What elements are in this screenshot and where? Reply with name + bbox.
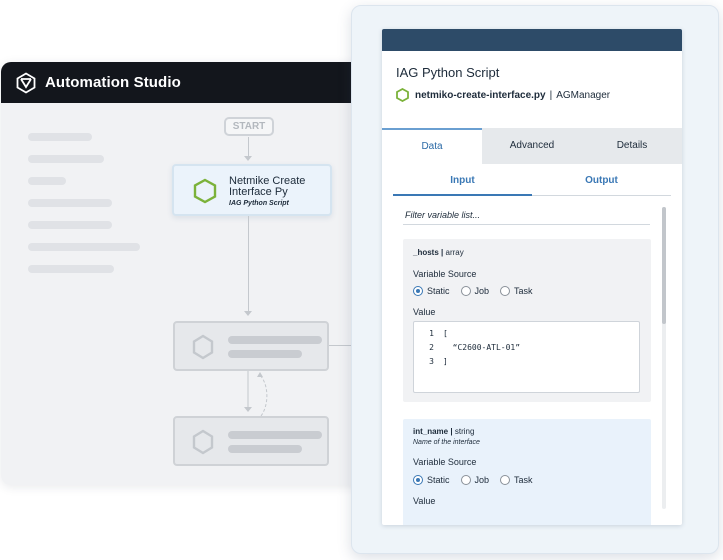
variable-header: _hosts | array (413, 248, 464, 257)
variable-source-options: Static Job Task (413, 286, 544, 296)
manager-name: AGManager (556, 89, 611, 101)
node-placeholder-bar (228, 336, 322, 344)
tab-details[interactable]: Details (582, 128, 682, 164)
panel-top-bar (382, 29, 682, 51)
panel-title: IAG Python Script (396, 65, 500, 80)
variable-type: array (445, 248, 464, 257)
value-label: Value (413, 496, 436, 506)
radio-static[interactable]: Static (413, 475, 450, 485)
radio-job[interactable]: Job (460, 475, 490, 485)
variable-separator: | (450, 427, 453, 436)
radio-dot[interactable] (460, 286, 471, 296)
script-separator: | (549, 89, 553, 101)
value-code-editor[interactable]: 1 [ 2 “C2600-ATL-01” 3 ] (413, 321, 640, 393)
variable-source-label: Variable Source (413, 269, 477, 279)
scrollbar-thumb[interactable] (662, 207, 666, 324)
radio-dot[interactable] (413, 475, 423, 485)
hexagon-icon (192, 334, 214, 360)
subtab-input[interactable]: Input (393, 175, 532, 196)
connector-arrow (244, 156, 252, 161)
studio-title: Automation Studio (45, 74, 181, 91)
variable-separator: | (441, 248, 444, 257)
python-script-hexagon-icon (396, 88, 409, 102)
line-number: 2 (429, 343, 434, 352)
code-text: “C2600-ATL-01” (443, 343, 521, 352)
radio-label: Task (514, 475, 533, 485)
connector-line (248, 137, 249, 157)
radio-task[interactable]: Task (500, 286, 533, 296)
tab-data[interactable]: Data (382, 128, 482, 164)
workflow-node-netmiko[interactable]: Netmike Create Interface Py IAG Python S… (172, 164, 332, 216)
node-placeholder-bar (228, 431, 322, 439)
variable-name: int_name (413, 427, 449, 436)
connector-arrow (244, 311, 252, 316)
task-details-panel: IAG Python Script netmiko-create-interfa… (382, 29, 682, 525)
line-number: 1 (429, 329, 434, 338)
code-line: 1 [ (414, 329, 448, 338)
value-label: Value (413, 307, 436, 317)
script-info: netmiko-create-interface.py | AGManager (396, 88, 610, 102)
radio-label: Static (427, 286, 450, 296)
variable-source-options: Static Job Task (413, 475, 544, 485)
variable-card-int-name: int_name | string Name of the interface … (403, 419, 651, 525)
start-node[interactable]: START (224, 117, 274, 136)
node-title-line2: Interface Py (229, 186, 288, 198)
variable-header: int_name | string (413, 427, 474, 436)
code-text: ] (443, 357, 448, 366)
code-line: 3 ] (414, 357, 448, 366)
node-subtitle: IAG Python Script (229, 200, 289, 207)
variable-card-hosts: _hosts | array Variable Source Static Jo… (403, 239, 651, 402)
variable-description: Name of the interface (413, 439, 480, 446)
subtab-output[interactable]: Output (532, 175, 671, 196)
radio-task[interactable]: Task (500, 475, 533, 485)
tab-advanced[interactable]: Advanced (482, 128, 582, 164)
code-line: 2 “C2600-ATL-01” (414, 343, 520, 352)
panel-tabs: Data Advanced Details (382, 128, 682, 164)
radio-dot[interactable] (500, 475, 511, 485)
code-text: [ (443, 329, 448, 338)
variable-name: _hosts (413, 248, 439, 257)
radio-static[interactable]: Static (413, 286, 450, 296)
radio-label: Job (474, 475, 490, 485)
node-title: Netmike Create Interface Py (229, 176, 305, 198)
radio-dot[interactable] (500, 286, 511, 296)
line-number: 3 (429, 357, 434, 366)
radio-label: Task (514, 286, 533, 296)
radio-label: Job (474, 286, 490, 296)
itential-logo-icon (16, 71, 36, 94)
hexagon-icon (192, 429, 214, 455)
radio-dot[interactable] (460, 475, 471, 485)
radio-label: Static (427, 475, 450, 485)
loop-connector (244, 371, 268, 417)
variable-source-label: Variable Source (413, 457, 477, 467)
node-placeholder-bar (228, 350, 302, 358)
radio-job[interactable]: Job (460, 286, 490, 296)
script-name: netmiko-create-interface.py (415, 89, 546, 101)
io-subtabs: Input Output (393, 175, 671, 197)
radio-dot[interactable] (413, 286, 423, 296)
variable-type: string (454, 427, 475, 436)
node-placeholder-bar (228, 445, 302, 453)
workflow-node-placeholder[interactable] (173, 416, 329, 466)
python-script-hexagon-icon (193, 178, 217, 204)
filter-variable-input[interactable] (403, 206, 650, 225)
workflow-node-placeholder[interactable] (173, 321, 329, 371)
connector-line (248, 216, 249, 312)
